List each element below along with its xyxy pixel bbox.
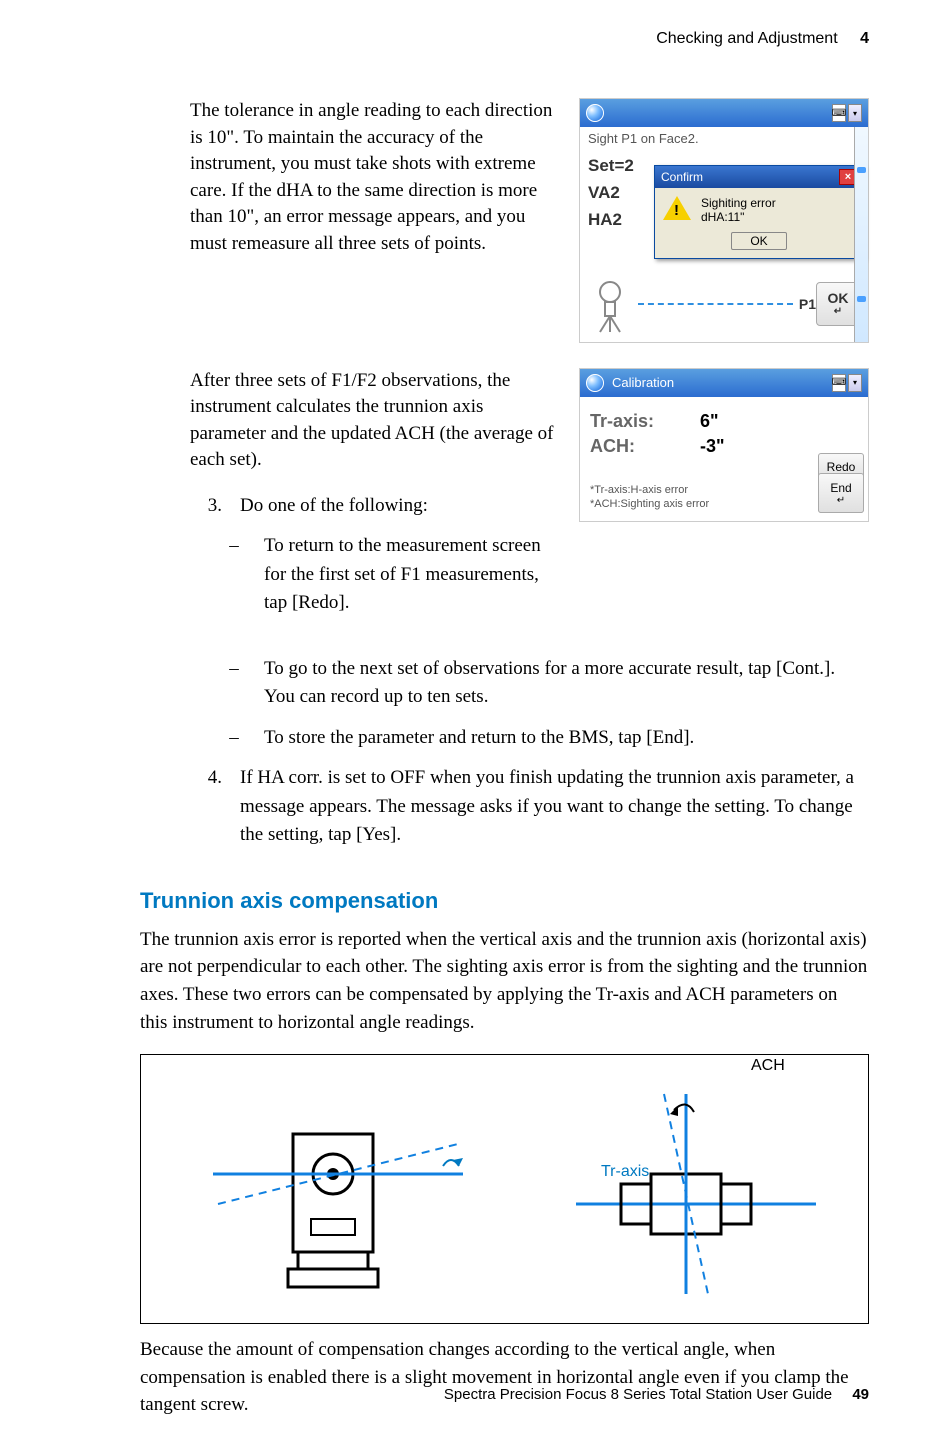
sight-instruction: Sight P1 on Face2.: [588, 131, 860, 146]
sight-line: [638, 303, 793, 305]
bullet-dash: –: [222, 724, 246, 753]
bullet-dash: –: [222, 532, 246, 618]
footer-book-title: Spectra Precision Focus 8 Series Total S…: [444, 1386, 832, 1403]
calibration-title: Calibration: [612, 375, 674, 390]
end-softkey[interactable]: End↵: [818, 473, 864, 513]
keyboard-icon[interactable]: ⌨: [832, 104, 846, 122]
keyboard-icon[interactable]: ⌨: [832, 374, 846, 392]
screenshot-sighting-error: ⌨ ▾ Sight P1 on Face2. Set=2 VA2 HA2 Con…: [579, 98, 869, 343]
header-title: Checking and Adjustment: [656, 30, 837, 47]
instrument-icon: [588, 274, 632, 334]
dialog-line-1: Sighiting error: [701, 196, 776, 210]
warning-icon: [663, 196, 691, 224]
trunnion-heading: Trunnion axis compensation: [140, 888, 869, 914]
step-3-number: 3.: [190, 492, 222, 521]
bullet-dash: –: [222, 655, 246, 712]
page-footer: Spectra Precision Focus 8 Series Total S…: [444, 1386, 869, 1403]
station-front-view: [183, 1074, 483, 1304]
tolerance-paragraph: The tolerance in angle reading to each d…: [190, 98, 559, 258]
dialog-line-2: dHA:11": [701, 210, 776, 224]
cont-instruction: To go to the next set of observations fo…: [264, 655, 869, 712]
step-4-text: If HA corr. is set to OFF when you finis…: [240, 764, 869, 850]
dialog-ok-button[interactable]: OK: [731, 232, 786, 250]
tr-axis-diagram-label: Tr-axis: [601, 1163, 649, 1181]
ach-value: -3": [700, 436, 814, 457]
trunnion-paragraph-2: Because the amount of compensation chang…: [140, 1336, 869, 1419]
tr-axis-value: 6": [700, 411, 814, 432]
dropdown-icon[interactable]: ▾: [848, 104, 862, 122]
trunnion-diagram: Tr-axis ACH: [140, 1054, 869, 1324]
footer-page-number: 49: [852, 1386, 869, 1403]
end-instruction: To store the parameter and return to the…: [264, 724, 869, 753]
redo-instruction: To return to the measurement screen for …: [264, 532, 559, 618]
trunnion-paragraph-1: The trunnion axis error is reported when…: [140, 926, 869, 1036]
step-4-number: 4.: [190, 764, 222, 850]
note-ach: *ACH:Sighting axis error: [590, 497, 814, 511]
screenshot-calibration: Calibration ⌨ ▾ Tr-axis: 6" ACH:: [579, 368, 869, 523]
ach-diagram-label: ACH: [751, 1057, 785, 1075]
dialog-title: Confirm: [661, 170, 703, 184]
ach-label: ACH:: [590, 436, 700, 457]
chapter-number: 4: [860, 30, 869, 47]
step-3-text: Do one of the following:: [240, 492, 559, 521]
side-scrollbar[interactable]: [854, 127, 868, 342]
app-logo-icon: [586, 374, 604, 392]
station-side-view: [566, 1074, 826, 1304]
screenshot-titlebar: ⌨ ▾: [580, 99, 868, 127]
averaging-paragraph: After three sets of F1/F2 observations, …: [190, 368, 559, 474]
app-logo-icon: [586, 104, 604, 122]
screenshot-titlebar: Calibration ⌨ ▾: [580, 369, 868, 397]
tr-axis-label: Tr-axis:: [590, 411, 700, 432]
dropdown-icon[interactable]: ▾: [848, 374, 862, 392]
note-tr-axis: *Tr-axis:H-axis error: [590, 483, 814, 497]
confirm-dialog: Confirm × Sighiting error dHA:11": [654, 165, 864, 259]
running-header: Checking and Adjustment 4: [60, 30, 869, 48]
p1-label: P1: [799, 296, 816, 312]
